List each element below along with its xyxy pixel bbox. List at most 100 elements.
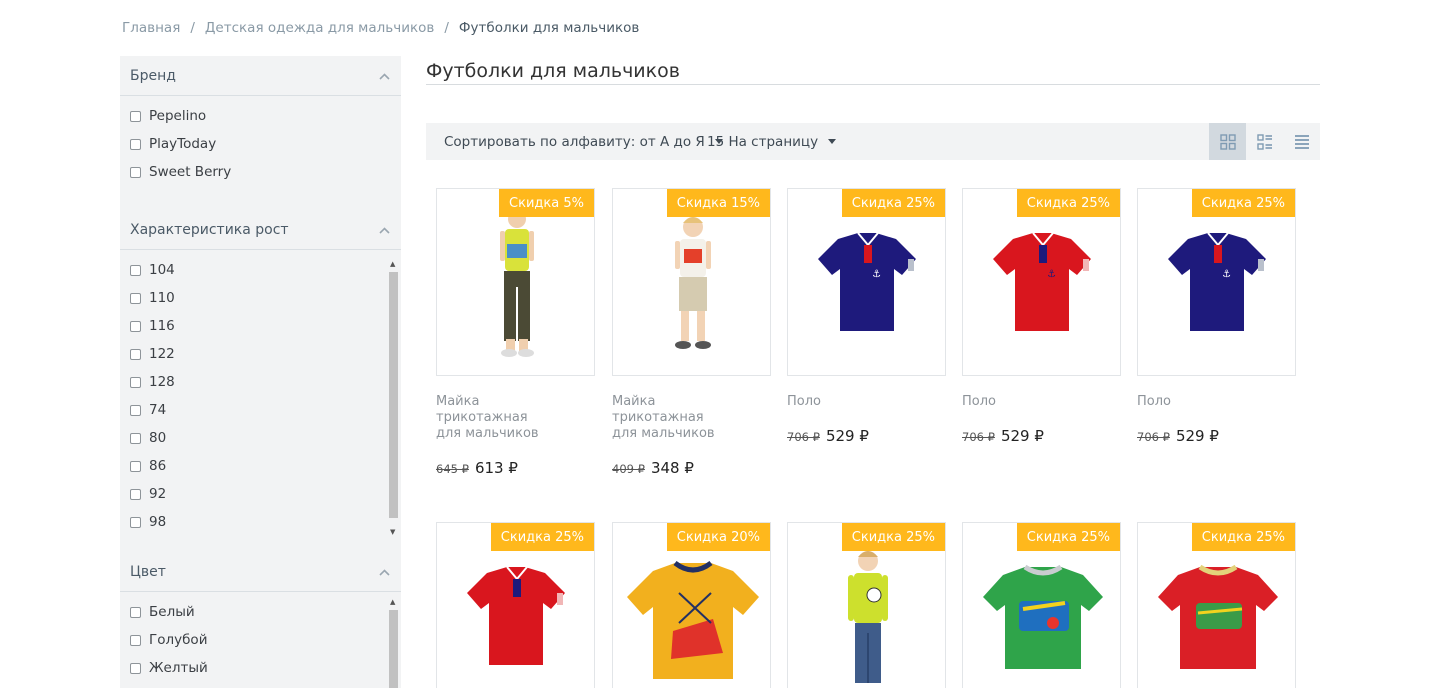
product-name[interactable]: Майка трикотажная для мальчиков <box>612 394 722 442</box>
product-image[interactable]: Скидка 25% <box>787 522 946 688</box>
page-title: Футболки для мальчиков <box>426 60 680 82</box>
filter-option[interactable]: 110 <box>130 284 401 312</box>
filter-option[interactable]: 74 <box>130 396 401 424</box>
chevron-up-icon[interactable] <box>379 72 390 80</box>
chevron-up-icon[interactable] <box>379 226 390 234</box>
checkbox[interactable] <box>130 138 141 150</box>
filter-option[interactable]: Желтый <box>130 654 401 682</box>
checkbox[interactable] <box>130 662 141 674</box>
product-card[interactable]: Скидка 25% <box>436 522 595 688</box>
filter-option[interactable]: 80 <box>130 424 401 452</box>
product-card[interactable]: Скидка 25% <box>1137 522 1296 688</box>
checkbox[interactable] <box>130 264 141 276</box>
old-price: 706 ₽ <box>787 430 820 444</box>
checkbox[interactable] <box>130 488 141 500</box>
product-name[interactable]: Майка трикотажная для мальчиков <box>436 394 546 442</box>
filter-option[interactable]: 128 <box>130 368 401 396</box>
checkbox[interactable] <box>130 292 141 304</box>
checkbox[interactable] <box>130 110 141 122</box>
filter-header-brand[interactable]: Бренд <box>120 56 401 96</box>
breadcrumb: Главная / Детская одежда для мальчиков /… <box>122 20 639 36</box>
scrollbar-thumb[interactable] <box>389 272 398 518</box>
checkbox[interactable] <box>130 432 141 444</box>
old-price: 706 ₽ <box>962 430 995 444</box>
product-image[interactable]: ⚓ Скидка 25% <box>962 188 1121 376</box>
filter-option[interactable] <box>130 682 401 688</box>
discount-badge: Скидка 15% <box>666 189 770 217</box>
product-name[interactable]: Поло <box>962 394 1072 410</box>
checkbox[interactable] <box>130 404 141 416</box>
filter-scrollbar[interactable]: ▲ ▼ <box>388 260 399 536</box>
scroll-down-arrow-icon[interactable]: ▼ <box>390 528 395 536</box>
scroll-up-arrow-icon[interactable]: ▲ <box>390 598 395 606</box>
filter-option-label: 86 <box>149 458 167 474</box>
filter-option-label: PlayToday <box>149 136 217 152</box>
filter-option[interactable]: 122 <box>130 340 401 368</box>
product-card[interactable]: Скидка 25% <box>787 522 946 688</box>
chevron-up-icon[interactable] <box>379 568 390 576</box>
product-name[interactable]: Поло <box>1137 394 1247 410</box>
per-page-dropdown[interactable]: 15 На страницу <box>707 123 837 160</box>
polo-red-icon: ⚓ <box>993 232 1091 331</box>
sort-dropdown[interactable]: Сортировать по алфавиту: от А до Я <box>444 123 723 160</box>
view-grid-button[interactable] <box>1209 123 1246 160</box>
product-image[interactable]: Скидка 25% <box>962 522 1121 688</box>
product-image[interactable]: ⚓ Скидка 25% <box>1137 188 1296 376</box>
discount-badge: Скидка 25% <box>1191 523 1295 551</box>
product-card[interactable]: ⚓ Скидка 25% Поло 706 ₽ 529 ₽ <box>962 188 1121 445</box>
filter-options-height: 104 110 116 122 128 74 80 86 92 98 ▲ ▼ <box>120 250 401 542</box>
filter-sidebar: Бренд Pepelino PlayToday Sweet Berry Хар… <box>120 56 401 688</box>
product-card[interactable]: ⚓ Скидка 25% Поло 706 ₽ 529 ₽ <box>787 188 946 445</box>
view-list-detail-button[interactable] <box>1246 123 1283 160</box>
product-image[interactable]: Скидка 25% <box>1137 522 1296 688</box>
list-detail-icon <box>1256 133 1272 150</box>
filter-option[interactable]: Белый <box>130 598 401 626</box>
filter-option[interactable]: PlayToday <box>130 130 401 158</box>
product-card[interactable]: Скидка 25% <box>962 522 1121 688</box>
checkbox[interactable] <box>130 166 141 178</box>
checkbox[interactable] <box>130 606 141 618</box>
filter-option[interactable]: 116 <box>130 312 401 340</box>
old-price: 645 ₽ <box>436 462 469 476</box>
breadcrumb-home-link[interactable]: Главная <box>122 20 180 36</box>
product-name[interactable]: Поло <box>787 394 897 410</box>
filter-option-label: Белый <box>149 604 195 620</box>
checkbox[interactable] <box>130 376 141 388</box>
filter-option[interactable]: Sweet Berry <box>130 158 401 186</box>
product-card[interactable]: Скидка 5% Майка трикотажная для мальчико… <box>436 188 595 477</box>
filter-header-height[interactable]: Характеристика рост <box>120 210 401 250</box>
checkbox[interactable] <box>130 516 141 528</box>
filter-option[interactable]: 98 <box>130 508 401 536</box>
filter-option[interactable]: 92 <box>130 480 401 508</box>
product-image[interactable]: Скидка 15% <box>612 188 771 376</box>
product-card[interactable]: Скидка 15% Майка трикотажная для мальчик… <box>612 188 771 477</box>
product-image[interactable]: Скидка 5% <box>436 188 595 376</box>
caret-down-icon <box>828 139 837 144</box>
filter-title-height: Характеристика рост <box>130 221 289 238</box>
checkbox[interactable] <box>130 460 141 472</box>
product-image[interactable]: ⚓ Скидка 25% <box>787 188 946 376</box>
checkbox[interactable] <box>130 320 141 332</box>
filter-header-color[interactable]: Цвет <box>120 552 401 592</box>
filter-option[interactable]: Голубой <box>130 626 401 654</box>
breadcrumb-category-link[interactable]: Детская одежда для мальчиков <box>205 20 434 36</box>
checkbox[interactable] <box>130 348 141 360</box>
filter-option[interactable]: 104 <box>130 256 401 284</box>
product-image[interactable]: Скидка 25% <box>436 522 595 688</box>
product-image[interactable]: Скидка 20% <box>612 522 771 688</box>
scroll-up-arrow-icon[interactable]: ▲ <box>390 260 395 268</box>
filter-option[interactable]: 86 <box>130 452 401 480</box>
scrollbar-thumb[interactable] <box>389 610 398 688</box>
product-card[interactable]: Скидка 20% <box>612 522 771 688</box>
old-price: 706 ₽ <box>1137 430 1170 444</box>
title-divider <box>426 84 1320 85</box>
product-card[interactable]: ⚓ Скидка 25% Поло 706 ₽ 529 ₽ <box>1137 188 1296 445</box>
checkbox[interactable] <box>130 634 141 646</box>
list-icon <box>1294 134 1309 149</box>
view-list-button[interactable] <box>1283 123 1320 160</box>
filter-options-brand: Pepelino PlayToday Sweet Berry <box>120 96 401 192</box>
filter-option-label: 110 <box>149 290 175 306</box>
filter-option[interactable]: Pepelino <box>130 102 401 130</box>
svg-text:⚓: ⚓ <box>1222 269 1231 280</box>
filter-scrollbar[interactable]: ▲ <box>388 598 399 688</box>
